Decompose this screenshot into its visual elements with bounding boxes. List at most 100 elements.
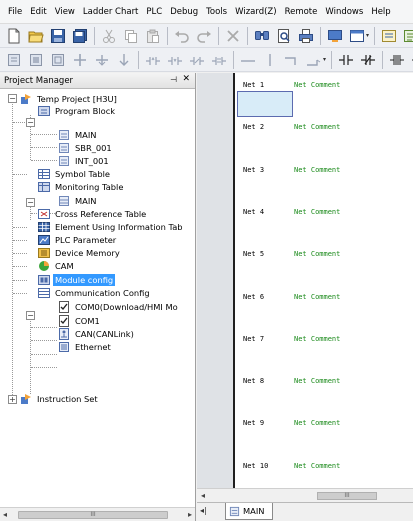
net-comment[interactable]: Net Comment xyxy=(294,123,340,131)
down-arrow-icon[interactable] xyxy=(92,50,112,70)
net-number: Net 5 xyxy=(243,250,265,259)
paste-icon[interactable] xyxy=(143,26,163,46)
scroll-thumb[interactable]: III xyxy=(317,492,377,500)
tree-item-instruction-set[interactable]: Instruction Set xyxy=(20,393,100,405)
net-comment[interactable]: Net Comment xyxy=(294,377,340,385)
collapse-toggle[interactable]: − xyxy=(26,198,35,207)
tree-item-ethernet[interactable]: Ethernet xyxy=(58,341,113,353)
nc-contact-icon[interactable] xyxy=(358,50,378,70)
menu-help[interactable]: Help xyxy=(367,0,394,24)
redo-icon[interactable] xyxy=(194,26,214,46)
scroll-left-icon[interactable]: ◂ xyxy=(3,510,7,519)
cut-icon[interactable] xyxy=(99,26,119,46)
menu-tools[interactable]: Tools xyxy=(202,0,231,24)
tree-item-can[interactable]: CAN(CANLink) xyxy=(58,328,136,340)
undo-icon[interactable] xyxy=(172,26,192,46)
tree-item-program-block[interactable]: Program Block xyxy=(38,105,117,117)
fall-contact-icon[interactable] xyxy=(409,50,413,70)
tab-nav-left-icon[interactable]: ◂| xyxy=(200,506,207,515)
hline-icon[interactable] xyxy=(238,50,258,70)
menu-wizard[interactable]: Wizard(Z) xyxy=(231,0,280,24)
editor-horizontal-scrollbar[interactable]: ◂ III xyxy=(197,488,413,502)
branch-icon[interactable] xyxy=(282,50,302,70)
net-comment[interactable]: Net Comment xyxy=(294,81,340,89)
open-folder-icon[interactable] xyxy=(26,26,46,46)
tree-item-root[interactable]: Temp Project [H3U] xyxy=(20,93,119,105)
dropdown-arrow-icon[interactable]: ▾ xyxy=(366,32,369,39)
tree-item-communication-config[interactable]: Communication Config xyxy=(38,287,152,299)
new-file-icon[interactable] xyxy=(4,26,24,46)
net-comment[interactable]: Net Comment xyxy=(294,293,340,301)
net-number: Net 2 xyxy=(243,123,265,132)
tree-item-cross-reference[interactable]: Cross Reference Table xyxy=(38,208,148,220)
tree-item-plc-parameter[interactable]: PLC Parameter xyxy=(38,234,118,246)
window-mode-icon[interactable] xyxy=(347,26,367,46)
tree-item-main[interactable]: MAIN xyxy=(58,129,99,141)
list-view-icon[interactable] xyxy=(401,26,413,46)
down-arrow-2-icon[interactable] xyxy=(114,50,134,70)
net-area[interactable]: Net 1 Net Comment Net 2 Net Comment Net 3 Net… xyxy=(237,73,413,488)
menu-ladder-chart[interactable]: Ladder Chart xyxy=(79,0,143,24)
collapse-toggle[interactable]: − xyxy=(8,94,17,103)
net-comment[interactable]: Net Comment xyxy=(294,462,340,470)
net-number: Net 10 xyxy=(243,461,269,470)
contact-ne-icon[interactable] xyxy=(187,50,207,70)
tree-item-cam[interactable]: CAM xyxy=(38,260,76,272)
branch-end-icon[interactable] xyxy=(304,50,324,70)
tree-item-int[interactable]: INT_001 xyxy=(58,155,111,167)
tree-item-com1[interactable]: COM1 xyxy=(58,315,102,327)
tree-item-symbol-table[interactable]: Symbol Table xyxy=(38,168,112,180)
dropdown-arrow-icon[interactable]: ▾ xyxy=(323,56,326,63)
net-comment[interactable]: Net Comment xyxy=(294,250,340,258)
tree-item-com0[interactable]: COM0(Download/HMI Mo xyxy=(58,301,180,313)
ladder-view-icon[interactable] xyxy=(379,26,399,46)
tree-item-sbr[interactable]: SBR_001 xyxy=(58,142,114,154)
pin-icon[interactable]: ⊣ xyxy=(170,75,177,84)
contact-dn-icon[interactable] xyxy=(165,50,185,70)
scroll-left-icon[interactable]: ◂ xyxy=(201,491,205,500)
vline-icon[interactable] xyxy=(260,50,280,70)
save-icon[interactable] xyxy=(48,26,68,46)
collapse-toggle[interactable]: − xyxy=(26,311,35,320)
block-a-icon[interactable] xyxy=(4,50,24,70)
net-comment[interactable]: Net Comment xyxy=(294,166,340,174)
tree-horizontal-scrollbar[interactable]: ◂ III ▸ xyxy=(0,507,195,521)
net-comment[interactable]: Net Comment xyxy=(294,419,340,427)
net-comment[interactable]: Net Comment xyxy=(294,335,340,343)
save-all-icon[interactable] xyxy=(70,26,90,46)
menu-windows[interactable]: Windows xyxy=(321,0,367,24)
tree-item-module-config[interactable]: Module config xyxy=(38,274,116,286)
scroll-right-icon[interactable]: ▸ xyxy=(188,510,192,519)
no-contact-icon[interactable] xyxy=(336,50,356,70)
tree-line xyxy=(13,122,25,123)
contact-up-icon[interactable] xyxy=(143,50,163,70)
menu-debug[interactable]: Debug xyxy=(166,0,202,24)
plus-icon[interactable] xyxy=(70,50,90,70)
menu-edit[interactable]: Edit xyxy=(26,0,50,24)
tree-item-monitoring-main[interactable]: MAIN xyxy=(58,195,99,207)
block-c-icon[interactable] xyxy=(48,50,68,70)
monitor-icon[interactable] xyxy=(325,26,345,46)
collapse-toggle[interactable]: − xyxy=(26,118,35,127)
pulse-contact-icon[interactable] xyxy=(387,50,407,70)
menu-view[interactable]: View xyxy=(51,0,79,24)
tree-item-element-info[interactable]: Element Using Information Tab xyxy=(38,221,185,233)
menu-file[interactable]: File xyxy=(0,0,26,24)
print-icon[interactable] xyxy=(296,26,316,46)
contact-eq-icon[interactable] xyxy=(209,50,229,70)
net-comment[interactable]: Net Comment xyxy=(294,208,340,216)
block-b-icon[interactable] xyxy=(26,50,46,70)
find-icon[interactable] xyxy=(252,26,272,46)
tree-item-monitoring-table[interactable]: Monitoring Table xyxy=(38,181,125,193)
selected-cell[interactable] xyxy=(237,91,293,117)
tab-main[interactable]: MAIN xyxy=(225,503,273,520)
copy-icon[interactable] xyxy=(121,26,141,46)
delete-icon[interactable] xyxy=(223,26,243,46)
tree-item-device-memory[interactable]: Device Memory xyxy=(38,247,122,259)
expand-toggle[interactable]: + xyxy=(8,395,17,404)
print-preview-icon[interactable] xyxy=(274,26,294,46)
close-icon[interactable]: ✕ xyxy=(182,74,190,84)
menu-remote[interactable]: Remote xyxy=(281,0,322,24)
menu-plc[interactable]: PLC xyxy=(142,0,166,24)
scroll-thumb[interactable]: III xyxy=(18,511,168,519)
